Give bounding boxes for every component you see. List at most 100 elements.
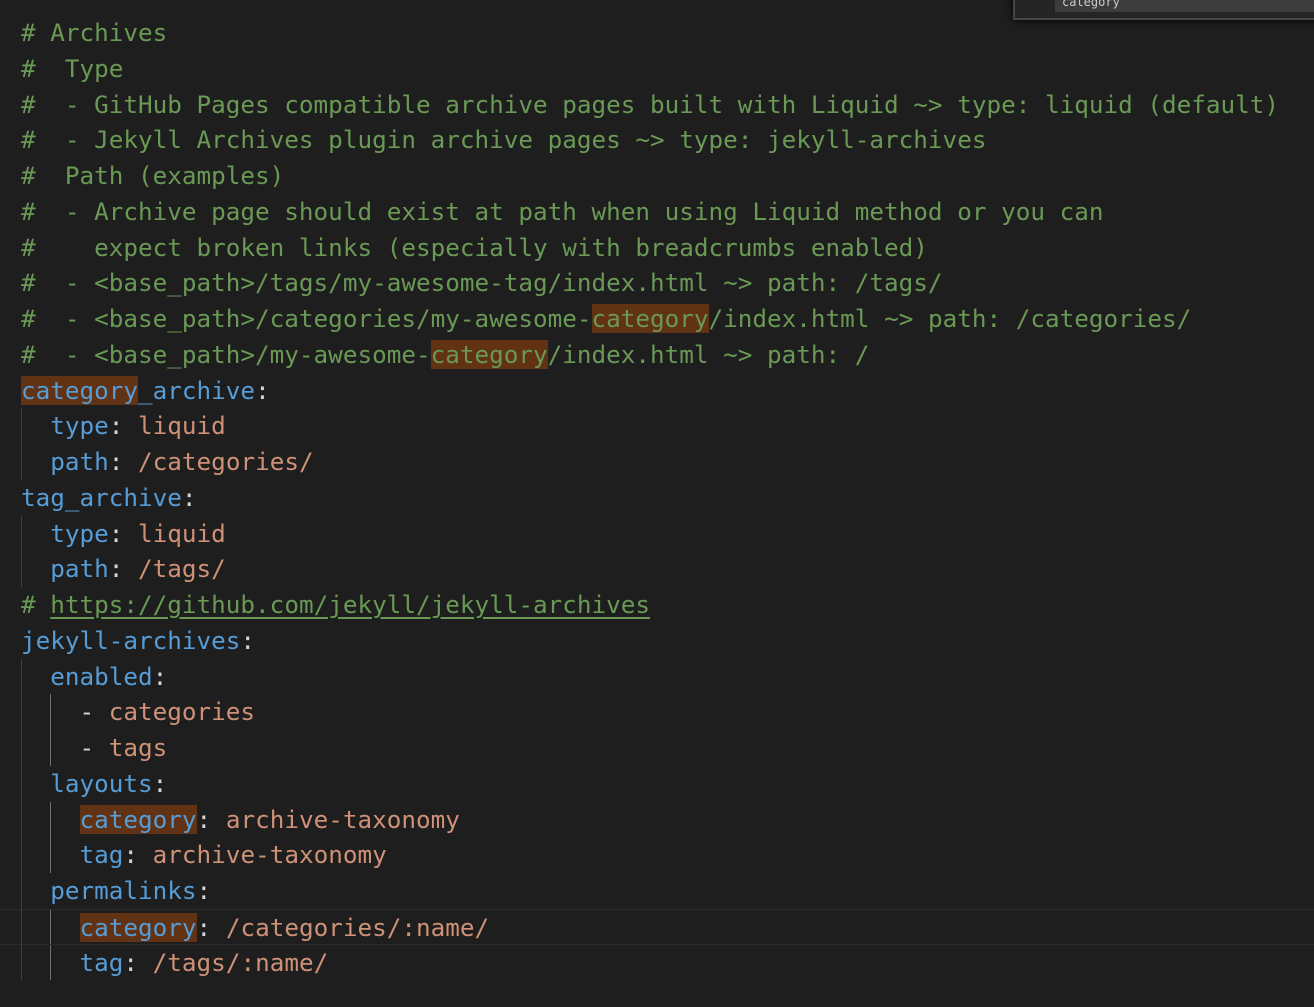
- code-line[interactable]: path: /categories/: [0, 444, 1314, 480]
- code-line[interactable]: category_archive:: [0, 373, 1314, 409]
- code-line[interactable]: # expect broken links (especially with b…: [0, 230, 1314, 266]
- code-token: jekyll-archives: [21, 625, 241, 655]
- code-token: #: [21, 590, 51, 619]
- code-token: /tags/: [138, 554, 226, 584]
- code-line[interactable]: # - <base_path>/tags/my-awesome-tag/inde…: [0, 265, 1314, 301]
- indent-guide: [21, 730, 22, 766]
- code-line[interactable]: # - Archive page should exist at path wh…: [0, 194, 1314, 230]
- search-match: category: [430, 339, 548, 369]
- code-token: :: [255, 375, 270, 405]
- code-line[interactable]: tag: /tags/:name/: [0, 944, 1314, 981]
- code-token: :: [108, 447, 139, 476]
- code-token: liquid: [138, 518, 226, 548]
- code-token: # - Jekyll Archives plugin archive pages…: [21, 125, 987, 155]
- code-token: path: [50, 447, 109, 476]
- code-token: liquid: [138, 411, 226, 441]
- code-token: /index.html ~> path: /categories/: [708, 304, 1192, 333]
- indent-guide: [21, 944, 22, 981]
- code-token: enabled: [50, 661, 153, 691]
- indent-guide: [50, 801, 51, 838]
- code-line[interactable]: path: /tags/: [0, 551, 1314, 587]
- code-token: # Archives: [21, 18, 168, 47]
- code-line[interactable]: - tags: [0, 730, 1314, 766]
- code-line[interactable]: # Archives: [0, 15, 1314, 51]
- code-token: /index.html ~> path: /: [547, 339, 870, 369]
- code-token: categories: [108, 697, 256, 727]
- code-token: :: [196, 804, 226, 834]
- code-token: tag: [79, 947, 124, 977]
- code-line[interactable]: # Type: [0, 51, 1314, 87]
- code-line[interactable]: layouts:: [0, 765, 1314, 802]
- code-token: /categories/:name/: [225, 912, 490, 942]
- code-token: archive-taxonomy: [152, 840, 387, 870]
- code-line[interactable]: - categories: [0, 694, 1314, 730]
- code-token: # expect broken links (especially with b…: [21, 232, 928, 262]
- indent-guide: [21, 694, 22, 730]
- code-token: tag: [79, 840, 124, 870]
- indent-guide: [21, 909, 22, 944]
- code-token: path: [50, 554, 109, 584]
- code-line[interactable]: permalinks:: [0, 873, 1314, 909]
- code-token: tag_archive: [21, 482, 182, 512]
- code-token: :: [152, 661, 168, 691]
- code-editor[interactable]: # Archives # Type # - GitHub Pages compati…: [0, 15, 1314, 981]
- indent-guide: [50, 944, 51, 981]
- code-line[interactable]: # - Jekyll Archives plugin archive pages…: [0, 122, 1314, 158]
- code-line[interactable]: tag_archive:: [0, 480, 1314, 516]
- code-line[interactable]: # - <base_path>/my-awesome-category/inde…: [0, 337, 1314, 373]
- code-token: type: [50, 411, 109, 441]
- code-line[interactable]: jekyll-archives:: [0, 623, 1314, 659]
- code-token: :: [196, 876, 212, 905]
- indent-guide: [50, 909, 51, 944]
- search-match: category: [79, 804, 197, 834]
- code-token: :: [123, 947, 153, 977]
- indent-guide: [21, 873, 22, 909]
- code-line[interactable]: category: /categories/:name/: [0, 908, 1314, 945]
- code-token: :: [108, 518, 139, 548]
- indent-guide: [21, 765, 22, 802]
- code-token: :: [240, 625, 256, 655]
- indent-guide: [21, 801, 22, 838]
- code-line[interactable]: # - <base_path>/categories/my-awesome-ca…: [0, 301, 1314, 337]
- code-token: :: [196, 912, 226, 942]
- code-token: # - <base_path>/my-awesome-: [21, 339, 431, 369]
- search-match: category: [79, 912, 197, 942]
- indent-guide: [21, 408, 22, 444]
- code-line[interactable]: tag: archive-taxonomy: [0, 837, 1314, 873]
- code-token: :: [123, 840, 153, 870]
- indent-guide: [21, 551, 22, 587]
- code-line[interactable]: type: liquid: [0, 408, 1314, 444]
- indent-guide: [50, 694, 51, 730]
- search-match: category: [591, 304, 709, 333]
- code-token: _archive: [138, 375, 256, 405]
- code-line[interactable]: # - GitHub Pages compatible archive page…: [0, 87, 1314, 123]
- code-token: # Type: [21, 53, 124, 83]
- code-token: -: [21, 697, 109, 727]
- code-token: :: [152, 768, 168, 798]
- code-token: # - <base_path>/tags/my-awesome-tag/inde…: [21, 268, 943, 298]
- code-token: -: [21, 733, 109, 762]
- indent-guide: [21, 658, 22, 695]
- search-match: category: [21, 375, 139, 405]
- code-token: permalinks: [50, 876, 197, 905]
- code-line[interactable]: type: liquid: [0, 515, 1314, 552]
- code-line[interactable]: category: archive-taxonomy: [0, 801, 1314, 838]
- code-line[interactable]: # https://github.com/jekyll/jekyll-archi…: [0, 587, 1314, 623]
- code-line[interactable]: enabled:: [0, 658, 1314, 695]
- find-input[interactable]: category: [1055, 0, 1314, 12]
- code-token: /tags/:name/: [152, 947, 329, 977]
- code-token: # - GitHub Pages compatible archive page…: [21, 89, 1280, 119]
- comment-link[interactable]: https://github.com/jekyll/jekyll-archive…: [50, 590, 650, 619]
- code-token: # - <base_path>/categories/my-awesome-: [21, 304, 592, 333]
- code-line[interactable]: # Path (examples): [0, 158, 1314, 194]
- code-token: :: [108, 554, 139, 584]
- indent-guide: [21, 515, 22, 552]
- code-token: :: [108, 411, 139, 441]
